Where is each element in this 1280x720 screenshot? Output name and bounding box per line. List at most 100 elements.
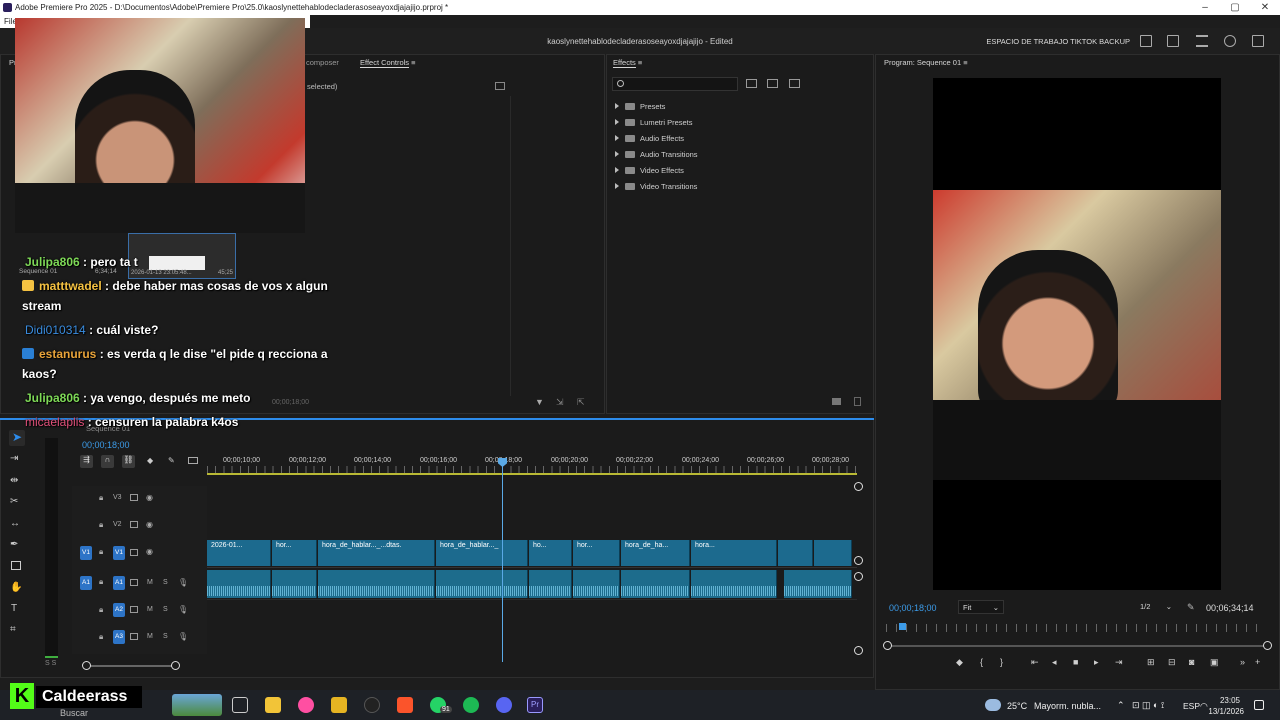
mute-button[interactable]: M (147, 633, 153, 640)
fullscreen-icon[interactable] (1252, 35, 1264, 47)
add-marker-icon[interactable]: ◆ (956, 657, 963, 668)
step-back-icon[interactable]: ◂ (1052, 657, 1057, 668)
mark-out-icon[interactable]: } (1000, 657, 1003, 667)
solo-button[interactable]: S (163, 633, 168, 640)
resolution-dropdown[interactable]: 1/2 ⌄ (1136, 600, 1176, 614)
panel-toggle-icon[interactable] (495, 82, 505, 90)
tab-composer[interactable]: composer (306, 58, 339, 67)
more-icon[interactable]: » (1240, 657, 1245, 667)
sync-lock-icon[interactable] (130, 549, 138, 556)
menu-icon[interactable] (1196, 35, 1208, 47)
track-target-a3[interactable]: A3 (113, 630, 125, 644)
type-icon[interactable]: T (11, 603, 17, 614)
track-target-v1[interactable]: V1 (113, 546, 125, 560)
comparison-icon[interactable]: ▣ (1210, 657, 1219, 668)
program-video-frame[interactable] (933, 78, 1221, 590)
rectangle-icon[interactable] (11, 561, 21, 570)
scroll-handle-left[interactable] (82, 661, 91, 670)
minimize-button[interactable]: – (1190, 0, 1220, 15)
brave-icon[interactable] (397, 697, 413, 713)
insert-sequence-icon[interactable]: ⇶ (80, 455, 93, 468)
horizontal-scrollbar[interactable] (86, 665, 176, 667)
go-to-out-icon[interactable]: ⇥ (1115, 657, 1123, 668)
yuv-effects-icon[interactable] (789, 79, 800, 88)
vertical-zoom-handle[interactable] (854, 556, 863, 565)
accelerated-effects-icon[interactable] (746, 79, 757, 88)
discord-icon[interactable] (496, 697, 512, 713)
mic-icon[interactable]: 🎙︎ (178, 632, 188, 641)
eye-icon[interactable]: ◉ (146, 493, 153, 502)
slip-icon[interactable]: ↔ (10, 518, 20, 529)
clock-date[interactable]: 13/1/2026 (1200, 707, 1244, 716)
program-zoom-bar[interactable] (887, 645, 1267, 647)
clock-time[interactable]: 23:05 (1212, 696, 1240, 705)
effects-item-presets[interactable]: Presets (607, 99, 867, 115)
eye-icon[interactable]: ◉ (146, 520, 153, 529)
video-clip[interactable]: hora_de_ha... (621, 540, 690, 566)
caption-tool-icon[interactable]: ⌗ (10, 624, 16, 635)
spotify-icon[interactable] (463, 697, 479, 713)
lift-icon[interactable]: ⊞ (1147, 657, 1155, 668)
ripple-edit-icon[interactable]: ⇹ (10, 475, 18, 486)
track-target-a1[interactable]: A1 (113, 576, 125, 590)
vertical-zoom-handle[interactable] (854, 572, 863, 581)
source-patch-a1[interactable]: A1 (80, 576, 92, 590)
selection-tool-icon[interactable]: ➤ (9, 430, 25, 446)
tab-effect-controls[interactable]: Effect Controls ≡ (360, 58, 416, 68)
task-view-icon[interactable] (232, 697, 248, 713)
wrench-icon[interactable]: ✎ (1187, 602, 1195, 613)
step-forward-icon[interactable]: ▸ (1094, 657, 1099, 668)
audio-clip[interactable] (272, 570, 317, 598)
video-clip[interactable]: ho... (529, 540, 572, 566)
razor-icon[interactable]: ✂ (10, 496, 18, 507)
work-area-bar[interactable] (207, 473, 857, 475)
taskbar-search[interactable]: Buscar (60, 708, 88, 718)
filter-icon[interactable]: ▼ (535, 397, 544, 407)
panel-icon[interactable] (1140, 35, 1152, 47)
track-select-icon[interactable]: ⇥ (10, 453, 18, 464)
wrench-icon[interactable]: ✎ (168, 456, 175, 465)
add-marker-icon[interactable]: ◆ (147, 456, 153, 465)
video-clip[interactable]: hora_de_hablar..._...dtas. (318, 540, 435, 566)
snap-icon[interactable]: ∩ (101, 455, 114, 468)
mute-button[interactable]: M (147, 606, 153, 613)
tray-chevron-icon[interactable]: ⌃ (1117, 700, 1125, 711)
mute-button[interactable]: M (147, 579, 153, 586)
sync-lock-icon[interactable] (130, 579, 138, 586)
effects-item-video-effects[interactable]: Video Effects (607, 163, 867, 179)
effects-item-audio-effects[interactable]: Audio Effects (607, 131, 867, 147)
zoom-handle-left[interactable] (883, 641, 892, 650)
lock-icon[interactable]: 🔒︎ (99, 605, 103, 615)
pen-icon[interactable]: ✒ (10, 539, 18, 550)
language-indicator[interactable]: ESP (1183, 701, 1200, 711)
timeline-timecode[interactable]: 00;00;18;00 (82, 440, 130, 450)
effects-item-video-transitions[interactable]: Video Transitions (607, 179, 867, 195)
linked-selection-icon[interactable]: ⛓ (122, 455, 135, 468)
plus-icon[interactable]: + (1255, 657, 1260, 667)
mic-icon[interactable]: 🎙︎ (178, 605, 188, 614)
video-clip[interactable]: 2026-01... (207, 540, 271, 566)
scroll-handle-right[interactable] (171, 661, 180, 670)
mic-icon[interactable]: 🎙︎ (178, 578, 188, 587)
lock-icon[interactable]: 🔒︎ (99, 577, 103, 587)
lock-icon[interactable]: 🔒︎ (99, 632, 103, 642)
delete-icon[interactable] (854, 397, 861, 406)
audio-clip[interactable] (436, 570, 528, 598)
zoom-handle-right[interactable] (1263, 641, 1272, 650)
audio-clip[interactable] (691, 570, 777, 598)
maximize-button[interactable]: ▢ (1220, 0, 1250, 15)
source-patch-v1[interactable]: V1 (80, 546, 92, 560)
sync-lock-icon[interactable] (130, 606, 138, 613)
workspace-label[interactable]: ESPACIO DE TRABAJO TIKTOK BACKUP (986, 37, 1130, 46)
go-to-icon[interactable]: ⇱ (577, 397, 585, 408)
lock-icon[interactable]: 🔒︎ (99, 520, 103, 530)
file-explorer-icon[interactable] (265, 697, 281, 713)
search-icon[interactable] (1224, 35, 1236, 47)
app-icon[interactable] (298, 697, 314, 713)
effects-search-input[interactable] (612, 77, 738, 91)
captions-icon[interactable] (188, 457, 198, 464)
fit-dropdown[interactable]: Fit ⌄ (958, 600, 1004, 614)
program-playhead[interactable] (899, 623, 906, 630)
close-button[interactable]: ✕ (1250, 0, 1280, 15)
vertical-zoom-handle[interactable] (854, 482, 863, 491)
